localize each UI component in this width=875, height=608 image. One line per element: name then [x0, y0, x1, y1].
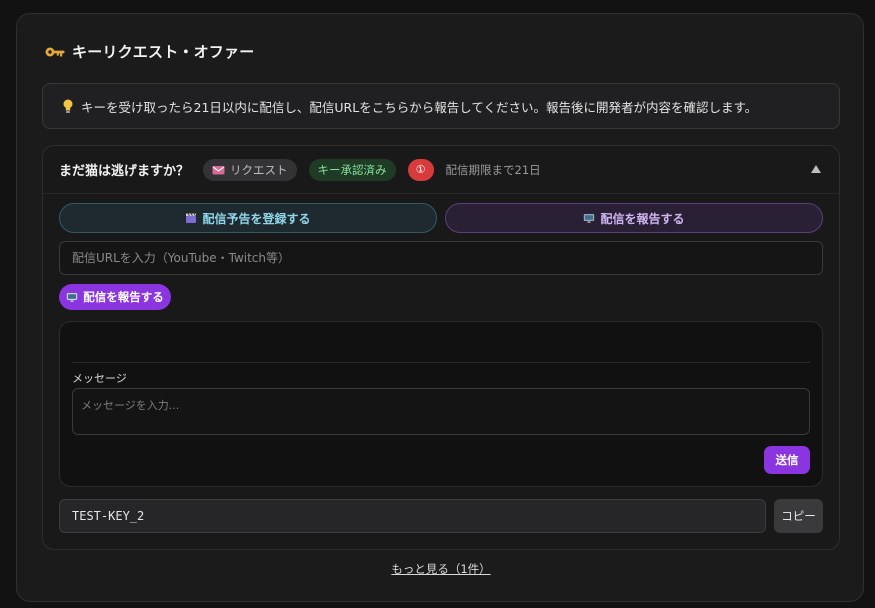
collapse-triangle-icon[interactable]: [809, 162, 823, 176]
send-button[interactable]: 送信: [764, 446, 810, 474]
schedule-stream-label: 配信予告を登録する: [202, 211, 311, 226]
clapperboard-icon: [186, 213, 197, 223]
count-badge: ①: [407, 158, 434, 181]
mailbox-icon: [212, 165, 225, 174]
message-panel: メッセージ 送信: [59, 321, 823, 487]
status-badge: キー承認済み: [308, 158, 396, 181]
notice-banner: キーを受け取ったら21日以内に配信し、配信URLをこちらから報告してください。報…: [42, 83, 840, 129]
message-label: メッセージ: [72, 372, 127, 385]
show-more-link[interactable]: もっと見る（1件）: [17, 561, 865, 577]
message-divider: [72, 362, 810, 363]
request-type-label: リクエスト: [230, 162, 288, 177]
key-field[interactable]: TEST-KEY_2: [59, 499, 766, 533]
key-request-panel: キーリクエスト・オファー キーを受け取ったら21日以内に配信し、配信URLをこち…: [16, 13, 864, 602]
monitor-icon: [584, 214, 595, 223]
game-title: まだ猫は逃げますか？: [59, 164, 190, 179]
monitor-icon: [67, 293, 78, 302]
deadline-text: 配信期限まで21日: [445, 162, 541, 177]
panel-title-text: キーリクエスト・オファー: [72, 43, 255, 61]
panel-title: キーリクエスト・オファー: [44, 41, 254, 62]
request-type-badge: リクエスト: [203, 158, 297, 181]
key-icon: [45, 47, 65, 56]
lightbulb-icon: [63, 99, 73, 113]
card-header[interactable]: まだ猫は逃げますか？ リクエスト キー承認済み ① 配信期限まで21日: [43, 146, 839, 194]
schedule-stream-button[interactable]: 配信予告を登録する: [59, 203, 437, 233]
report-stream-button[interactable]: 配信を報告する: [59, 284, 171, 310]
copy-button[interactable]: コピー: [774, 499, 823, 533]
request-card: まだ猫は逃げますか？ リクエスト キー承認済み ① 配信期限まで21日 配信予告…: [42, 145, 840, 550]
report-stream-tab-label: 配信を報告する: [600, 211, 685, 226]
notice-text: キーを受け取ったら21日以内に配信し、配信URLをこちらから報告してください。報…: [81, 99, 758, 115]
report-stream-tab-button[interactable]: 配信を報告する: [445, 203, 823, 233]
message-input[interactable]: [72, 388, 810, 435]
stream-url-input[interactable]: [59, 241, 823, 275]
report-stream-label: 配信を報告する: [83, 290, 164, 304]
